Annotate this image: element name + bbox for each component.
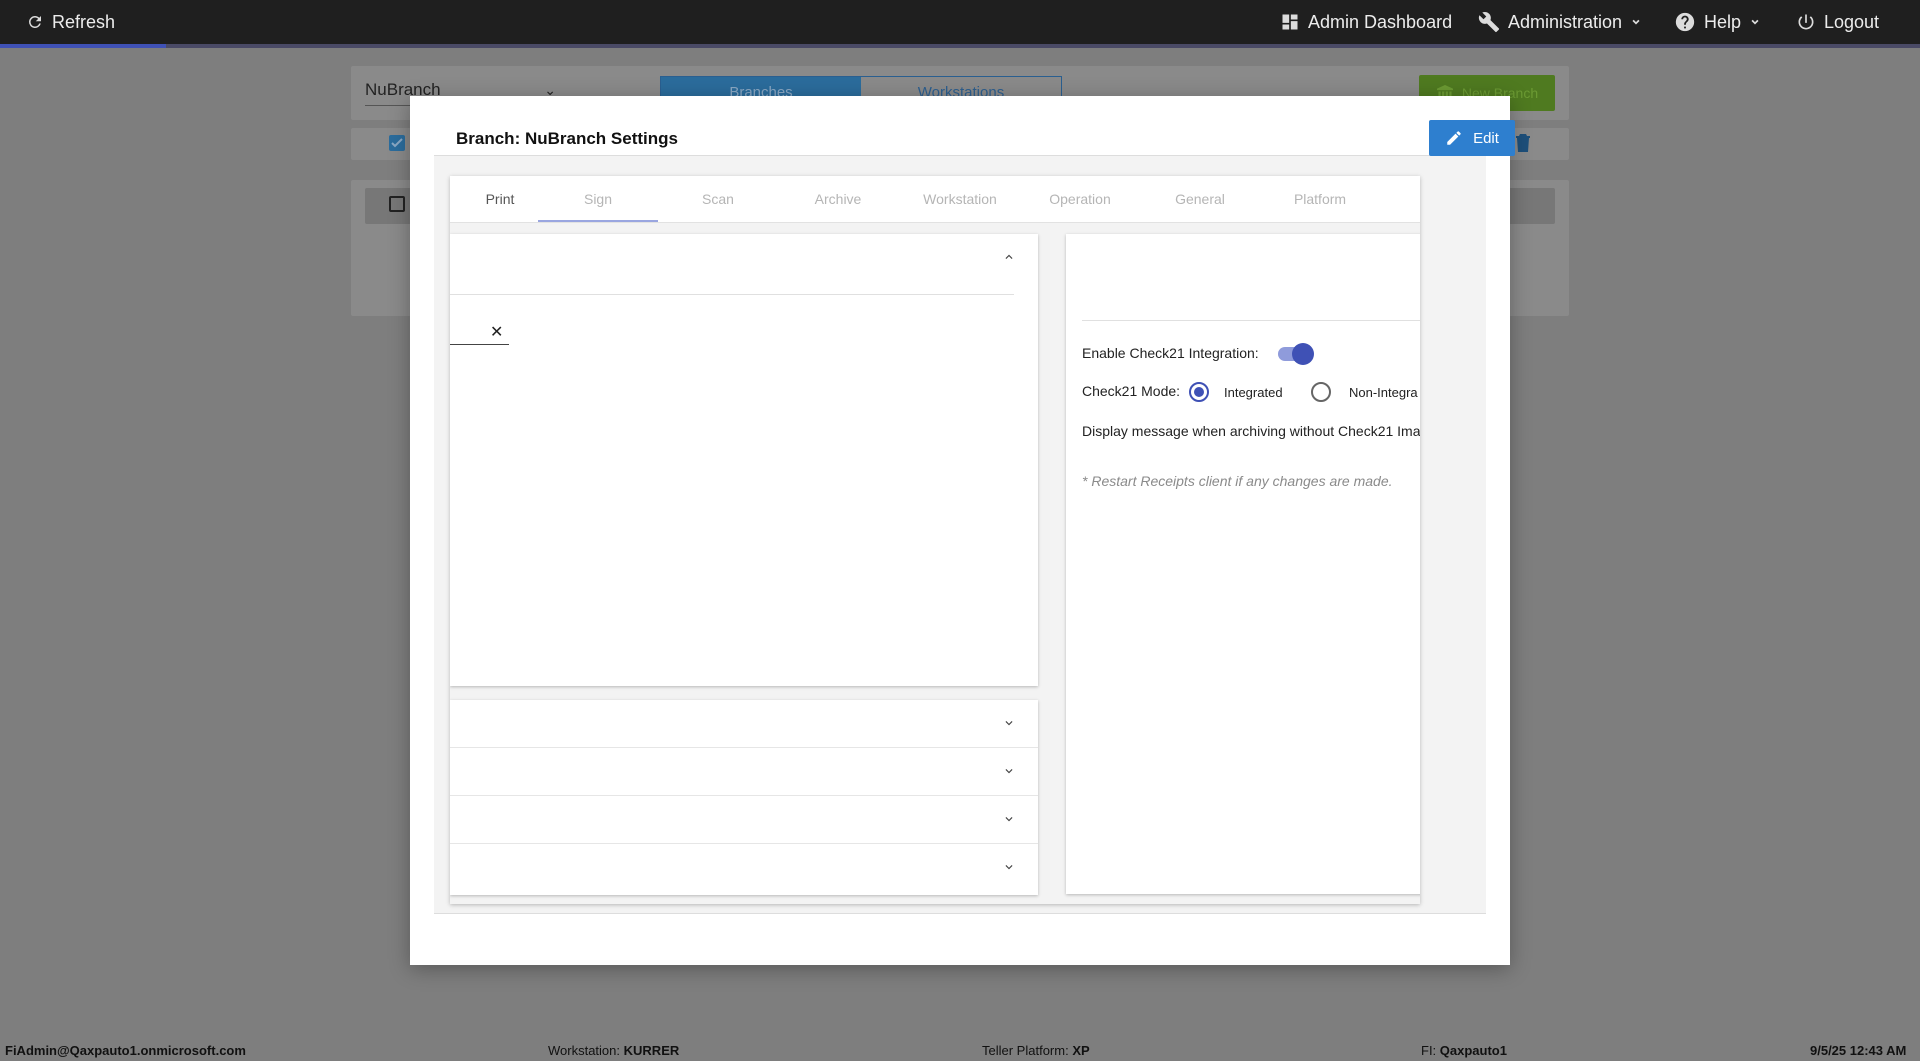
chevron-up-icon[interactable] xyxy=(1002,250,1016,264)
status-footer: FiAdmin@Qaxpauto1.onmicrosoft.com Workst… xyxy=(0,1037,1920,1061)
footer-datetime: 9/5/25 12:43 AM xyxy=(1810,1043,1907,1058)
mode-non-integrated-label: Non-Integra xyxy=(1349,385,1418,400)
pencil-icon xyxy=(1447,131,1461,145)
fi-value: Qaxpauto1 xyxy=(1439,1043,1507,1058)
platform-label: Teller Platform: xyxy=(982,1043,1069,1058)
select-all-checkbox[interactable] xyxy=(389,135,405,151)
refresh-button[interactable]: Refresh xyxy=(26,0,115,44)
workstation-label: Workstation: xyxy=(548,1043,621,1058)
collapsed-sections xyxy=(450,700,1038,895)
loading-progress-bar xyxy=(0,44,1920,48)
administration-menu[interactable]: Administration xyxy=(1478,0,1642,44)
text-input-underline[interactable] xyxy=(450,344,509,345)
settings-tabs: Print Sign Scan Archive Workstation Oper… xyxy=(450,176,1420,223)
row-checkbox[interactable] xyxy=(389,196,405,212)
tab-workstation[interactable]: Workstation xyxy=(900,176,1020,223)
toggle-knob xyxy=(1292,343,1314,365)
enable-check21-label: Enable Check21 Integration: xyxy=(1082,345,1259,361)
dialog-body: Print Sign Scan Archive Workstation Oper… xyxy=(434,156,1486,914)
tab-platform[interactable]: Platform xyxy=(1260,176,1380,223)
mode-integrated-radio[interactable] xyxy=(1189,382,1209,402)
refresh-label: Refresh xyxy=(52,11,116,32)
edit-button[interactable]: Edit xyxy=(1429,120,1515,156)
dashboard-icon xyxy=(1282,14,1298,30)
administration-label: Administration xyxy=(1508,11,1623,32)
trash-icon[interactable] xyxy=(1516,134,1530,152)
power-icon xyxy=(1798,14,1814,30)
mode-non-integrated-radio[interactable] xyxy=(1311,382,1331,402)
branch-settings-dialog: Branch: NuBranch Settings Edit Print Sig… xyxy=(410,96,1515,965)
active-tab-indicator xyxy=(538,220,658,222)
help-menu[interactable]: Help xyxy=(1674,0,1761,44)
progress-fill xyxy=(0,44,166,48)
footer-workstation: Workstation: KURRER xyxy=(548,1043,679,1058)
tab-archive[interactable]: Archive xyxy=(778,176,898,223)
logout-label: Logout xyxy=(1824,11,1880,32)
dialog-title: Branch: NuBranch Settings xyxy=(456,129,678,148)
tab-sign[interactable]: Sign xyxy=(538,176,658,223)
enable-check21-toggle[interactable] xyxy=(1276,343,1314,365)
footer-user: FiAdmin@Qaxpauto1.onmicrosoft.com xyxy=(5,1043,246,1058)
tab-scan[interactable]: Scan xyxy=(658,176,778,223)
logout-button[interactable]: Logout xyxy=(1796,0,1879,44)
tab-general[interactable]: General xyxy=(1140,176,1260,223)
tab-operation[interactable]: Operation xyxy=(1020,176,1140,223)
edit-label: Edit xyxy=(1473,129,1499,147)
dialog-header: Branch: NuBranch Settings Edit xyxy=(434,120,1515,156)
wrench-icon xyxy=(1478,12,1500,33)
card-divider xyxy=(1082,320,1420,321)
check21-settings-card: Enable Check21 Integration: Check21 Mode… xyxy=(1066,234,1420,894)
help-circle-icon xyxy=(1675,12,1695,32)
section-divider xyxy=(450,294,1014,295)
admin-dashboard-link[interactable]: Admin Dashboard xyxy=(1280,0,1452,44)
mode-integrated-label: Integrated xyxy=(1224,385,1283,400)
refresh-icon xyxy=(29,15,41,28)
chevron-down-icon xyxy=(1751,19,1759,25)
workstation-value: KURRER xyxy=(623,1043,680,1058)
collapsed-section-1[interactable] xyxy=(450,700,1038,748)
top-navigation-bar: Refresh Admin Dashboard Administration H… xyxy=(0,0,1920,44)
footer-platform: Teller Platform: XP xyxy=(982,1043,1090,1058)
settings-panel: Print Sign Scan Archive Workstation Oper… xyxy=(450,176,1420,904)
chevron-down-icon xyxy=(1632,19,1640,25)
collapsed-section-4[interactable] xyxy=(450,844,1038,892)
collapsed-section-2[interactable] xyxy=(450,748,1038,796)
footer-fi: FI: Qaxpauto1 xyxy=(1421,1043,1507,1058)
chevron-down-icon xyxy=(1005,721,1013,726)
chevron-down-icon xyxy=(1005,865,1013,870)
check21-mode-label: Check21 Mode: xyxy=(1082,383,1181,399)
platform-value: XP xyxy=(1072,1043,1090,1058)
collapsed-section-3[interactable] xyxy=(450,796,1038,844)
admin-dashboard-label: Admin Dashboard xyxy=(1308,11,1453,32)
chevron-down-icon xyxy=(1005,817,1013,822)
clear-icon[interactable]: ✕ xyxy=(490,322,503,342)
fi-label: FI: xyxy=(1421,1043,1437,1058)
help-label: Help xyxy=(1704,11,1742,32)
chevron-down-icon xyxy=(1005,769,1013,774)
restart-note: * Restart Receipts client if any changes… xyxy=(1082,473,1393,489)
expanded-section-card: ✕ xyxy=(450,234,1038,686)
display-message-label: Display message when archiving without C… xyxy=(1082,423,1420,439)
